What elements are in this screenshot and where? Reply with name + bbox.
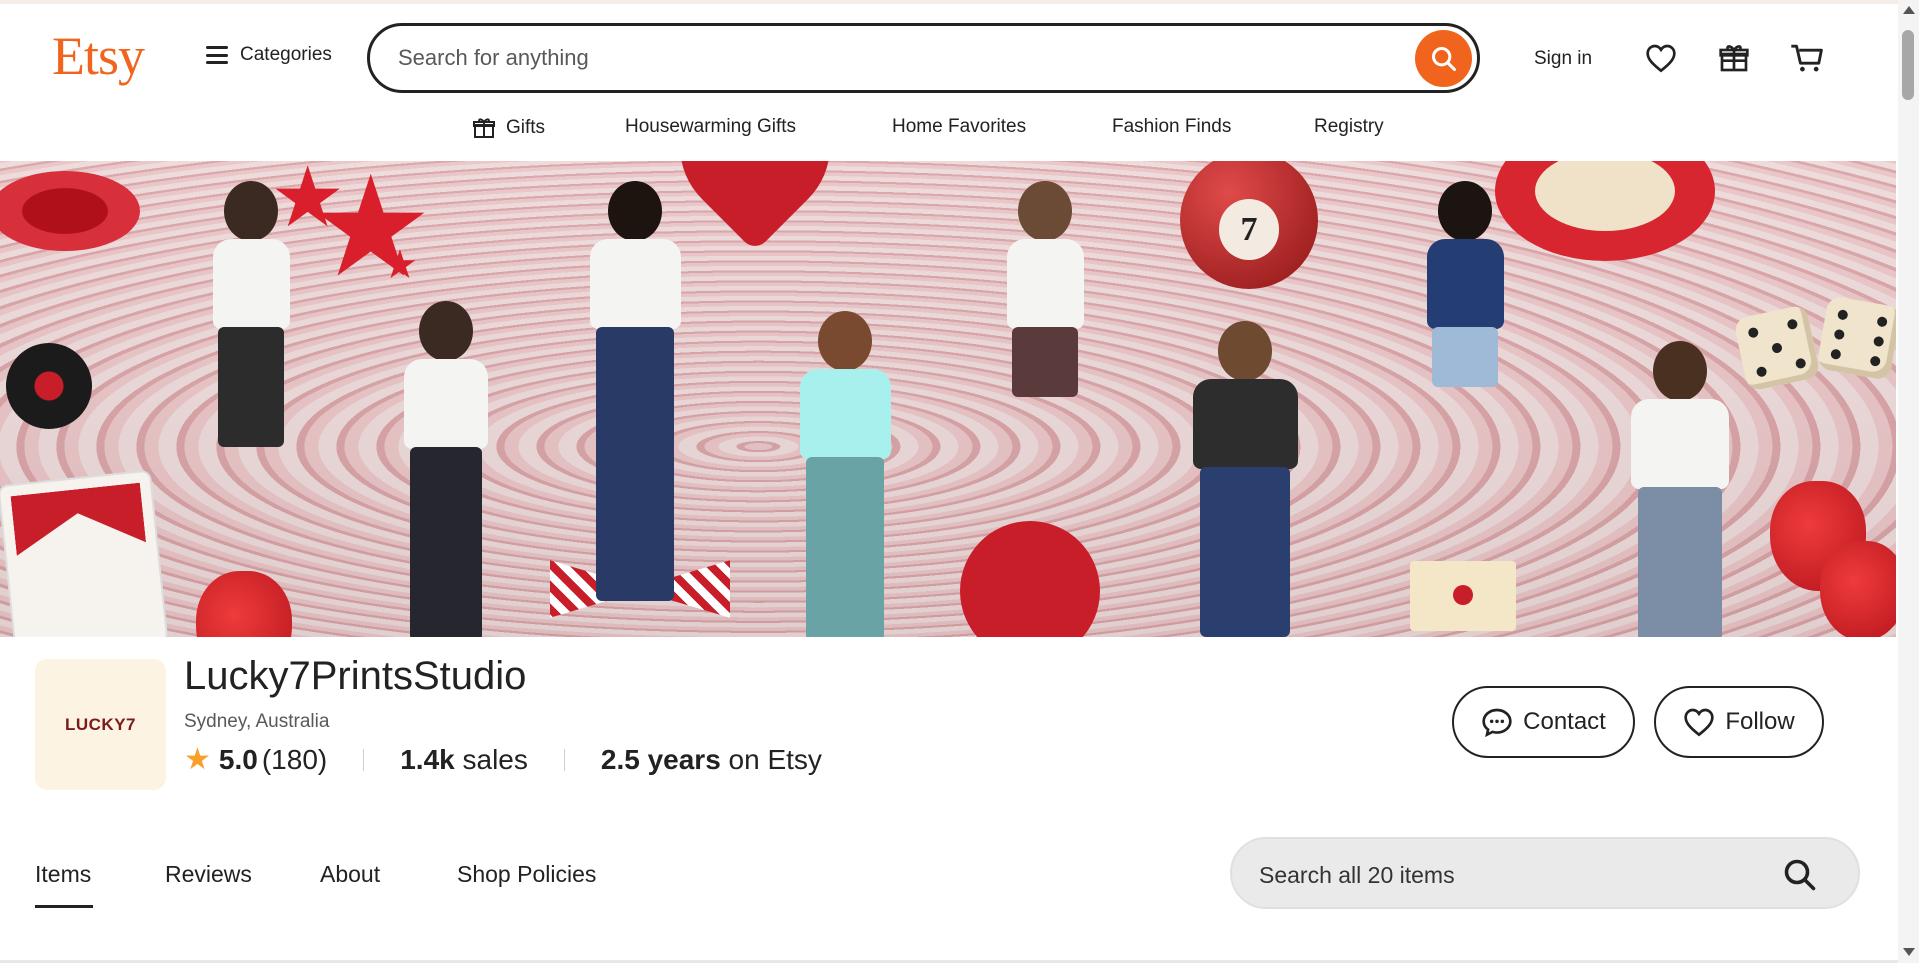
cart-icon xyxy=(1791,44,1823,72)
shop-name: Lucky7PrintsStudio xyxy=(184,654,527,698)
model-photo xyxy=(1170,321,1320,637)
sales-value: 1.4k xyxy=(400,743,455,775)
heart-icon xyxy=(1684,708,1714,737)
contact-button[interactable]: Contact xyxy=(1452,686,1635,758)
nav-item-gifts[interactable]: Gifts xyxy=(472,116,545,140)
shop-banner-image: ★ ★ ★ 7 xyxy=(0,161,1896,637)
chat-icon xyxy=(1482,708,1512,737)
nav-item-housewarming[interactable]: Housewarming Gifts xyxy=(625,116,796,138)
gift-icon xyxy=(473,118,495,138)
dice-sticker xyxy=(1733,304,1821,392)
gift-icon xyxy=(1719,45,1749,72)
envelope-sticker xyxy=(1410,561,1516,631)
shop-logo[interactable]: LUCKY7 xyxy=(35,659,166,790)
follow-label: Follow xyxy=(1725,708,1795,735)
model-photo xyxy=(386,301,506,637)
scroll-down-arrow[interactable] xyxy=(1903,948,1915,956)
top-divider xyxy=(0,0,1919,4)
scrollbar-thumb[interactable] xyxy=(1902,30,1914,100)
category-nav: Gifts Housewarming Gifts Home Favorites … xyxy=(0,116,1880,148)
heart-icon xyxy=(1646,44,1676,73)
categories-button[interactable]: Categories xyxy=(206,44,332,66)
nav-item-home-favorites[interactable]: Home Favorites xyxy=(892,116,1026,138)
sign-in-link[interactable]: Sign in xyxy=(1534,48,1592,70)
rating-value: 5.0 xyxy=(218,743,258,775)
cart-button[interactable] xyxy=(1789,40,1825,76)
shop-search-bar xyxy=(1230,837,1860,909)
tab-shop-policies[interactable]: Shop Policies xyxy=(457,861,596,888)
years-label: on Etsy xyxy=(728,743,822,775)
search-bar xyxy=(367,23,1480,93)
tab-items[interactable]: Items xyxy=(35,861,91,888)
cigarette-pack-sticker xyxy=(0,471,167,637)
nav-item-label: Gifts xyxy=(506,117,546,138)
shop-stats: ★ 5.0 (180) 1.4k sales 2.5 years on Etsy xyxy=(184,742,822,777)
model-photo xyxy=(196,181,306,561)
etsy-logo[interactable]: Etsy xyxy=(52,26,145,86)
follow-button[interactable]: Follow xyxy=(1654,686,1824,758)
active-tab-indicator xyxy=(35,905,93,908)
strawberry-sticker xyxy=(1820,541,1896,637)
star-icon: ★ xyxy=(184,743,211,776)
search-button[interactable] xyxy=(1415,30,1472,87)
search-icon xyxy=(1431,46,1456,71)
model-photo xyxy=(1610,341,1750,637)
categories-label: Categories xyxy=(240,44,332,65)
contact-label: Contact xyxy=(1523,708,1606,735)
model-photo xyxy=(780,311,910,637)
dice-sticker xyxy=(1816,295,1896,381)
model-photo xyxy=(1410,181,1520,561)
review-count[interactable]: (180) xyxy=(262,744,327,776)
tab-reviews[interactable]: Reviews xyxy=(165,861,252,888)
search-icon[interactable] xyxy=(1782,857,1818,893)
model-photo xyxy=(990,181,1100,521)
sales-label: sales xyxy=(462,743,528,775)
shop-search-input[interactable] xyxy=(1257,861,1741,890)
model-photo xyxy=(570,181,700,601)
years-value: 2.5 years xyxy=(600,743,721,775)
search-input[interactable] xyxy=(396,44,1300,72)
tab-about[interactable]: About xyxy=(320,861,380,888)
nav-item-fashion-finds[interactable]: Fashion Finds xyxy=(1112,116,1231,138)
menu-icon xyxy=(206,46,228,64)
gifts-button[interactable] xyxy=(1716,40,1752,76)
scrollbar[interactable] xyxy=(1898,0,1919,963)
ball-number: 7 xyxy=(1218,199,1280,261)
favorites-button[interactable] xyxy=(1643,40,1679,76)
vinyl-record-sticker xyxy=(6,343,92,429)
shop-location: Sydney, Australia xyxy=(184,711,330,732)
scroll-up-arrow[interactable] xyxy=(1903,6,1915,14)
star-sticker: ★ xyxy=(382,243,418,287)
nav-item-registry[interactable]: Registry xyxy=(1314,116,1384,138)
